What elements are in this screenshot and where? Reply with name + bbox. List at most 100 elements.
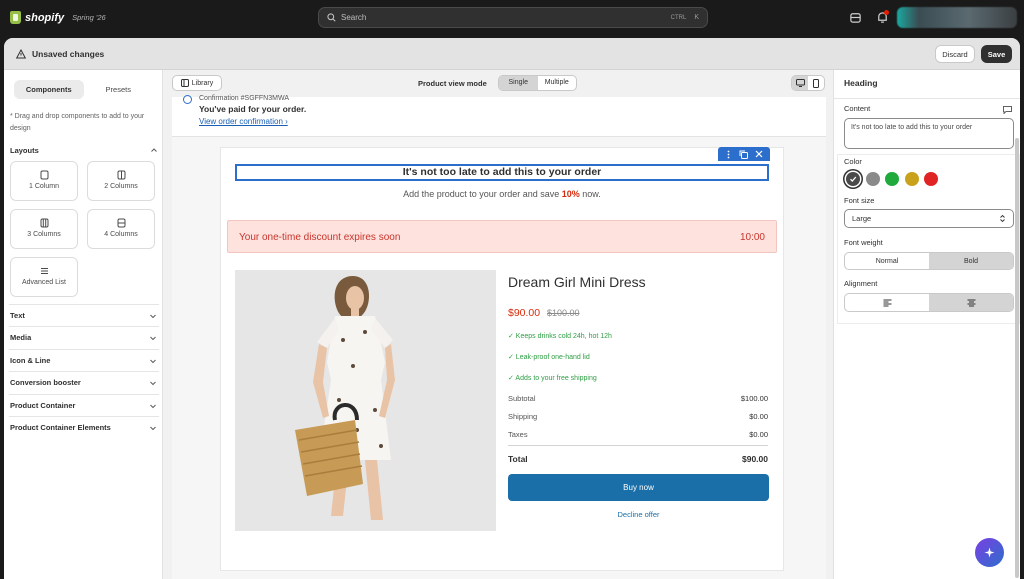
color-swatch-gray[interactable] (866, 172, 880, 186)
view-mode-multiple[interactable]: Multiple (538, 76, 577, 90)
total-row: Total $90.00 (508, 454, 768, 464)
section-conversion-booster[interactable]: Conversion booster (9, 371, 159, 393)
device-toggle (791, 75, 825, 91)
summary-label: Subtotal (508, 394, 536, 403)
decline-offer-link[interactable]: Decline offer (508, 510, 769, 519)
search-bar[interactable]: Search CTRL K (318, 7, 708, 28)
one-column-icon (40, 170, 48, 180)
mobile-view-button[interactable] (808, 76, 824, 90)
feature-item: ✓ Adds to your free shipping (508, 375, 597, 382)
view-confirmation-link[interactable]: View order confirmation › (199, 117, 288, 126)
mobile-icon (813, 78, 819, 88)
chevron-down-icon (150, 381, 156, 385)
product-view-mode-label: Product view mode (418, 79, 487, 88)
layouts-section-header[interactable]: Layouts (10, 144, 158, 156)
font-size-select[interactable]: Large (844, 209, 1014, 228)
product-name: Dream Girl Mini Dress (508, 274, 646, 290)
desktop-view-button[interactable] (792, 76, 808, 90)
divider (834, 98, 1020, 99)
save-button[interactable]: Save (981, 45, 1012, 63)
preview-canvas: Confirmation #SGFFN3MWA You've paid for … (172, 95, 826, 579)
two-columns-icon (117, 170, 125, 180)
align-center-icon (967, 299, 975, 306)
library-button[interactable]: Library (172, 75, 222, 91)
layout-label: 3 Columns (27, 231, 61, 238)
section-product-container-elements[interactable]: Product Container Elements (9, 416, 159, 438)
three-columns-icon (40, 218, 48, 228)
color-swatch-red[interactable] (924, 172, 938, 186)
tab-presets[interactable]: Presets (84, 80, 154, 99)
alignment-label: Alignment (844, 279, 878, 288)
close-icon[interactable] (755, 150, 763, 158)
font-weight-toggle: Normal Bold (844, 252, 1014, 270)
buy-now-button[interactable]: Buy now (508, 474, 769, 501)
summary-label: Taxes (508, 430, 528, 439)
unsaved-indicator: Unsaved changes (16, 49, 104, 59)
color-swatch-dark-gray[interactable] (846, 172, 860, 186)
shortcut-key: K (694, 14, 699, 21)
store-icon[interactable] (849, 11, 862, 24)
section-product-container[interactable]: Product Container (9, 394, 159, 416)
summary-value: $0.00 (749, 412, 768, 421)
comment-icon[interactable] (1003, 106, 1012, 114)
align-left-button[interactable] (845, 294, 929, 311)
font-weight-bold[interactable]: Bold (929, 253, 1013, 269)
library-label: Library (191, 79, 214, 87)
font-weight-normal[interactable]: Normal (845, 253, 929, 269)
section-label: Text (10, 311, 25, 320)
total-value: $90.00 (742, 454, 768, 464)
section-text[interactable]: Text (9, 304, 159, 326)
save-bar: Unsaved changes Discard Save (4, 38, 1020, 70)
discount-percent: 10% (561, 189, 580, 199)
product-compare-price: $100.00 (547, 308, 580, 318)
desktop-icon (795, 79, 805, 87)
subheading-text: Add the product to your order and save (403, 189, 562, 199)
sparkle-icon (984, 547, 995, 558)
section-icon-line[interactable]: Icon & Line (9, 349, 159, 371)
editor-window: Unsaved changes Discard Save Components … (4, 38, 1020, 579)
section-label: Media (10, 333, 32, 342)
list-icon (40, 268, 48, 274)
library-icon (180, 79, 189, 87)
layout-label: 2 Columns (104, 183, 138, 190)
layout-2-columns[interactable]: 2 Columns (87, 161, 155, 201)
summary-value: $100.00 (740, 394, 768, 403)
layout-label: 4 Columns (104, 231, 138, 238)
sidebar-tabs: Components Presets (14, 80, 153, 99)
layout-4-columns[interactable]: 4 Columns (87, 209, 155, 249)
tab-components[interactable]: Components (14, 80, 84, 99)
check-circle-icon (183, 95, 192, 104)
align-center-button[interactable] (929, 294, 1013, 311)
warning-icon (16, 49, 26, 59)
chevron-down-icon (150, 404, 156, 408)
more-vertical-icon[interactable] (725, 150, 732, 159)
chevron-down-icon (150, 336, 156, 340)
divider (508, 445, 768, 446)
shortcut-ctrl: CTRL (670, 14, 687, 21)
font-size-label: Font size (844, 196, 875, 205)
summary-row: Shipping $0.00 (508, 412, 768, 421)
panel-title: Heading (844, 78, 878, 88)
color-swatch-green[interactable] (885, 172, 899, 186)
summary-value: $0.00 (749, 430, 768, 439)
color-label: Color (844, 157, 862, 166)
color-swatch-gold[interactable] (905, 172, 919, 186)
discard-button[interactable]: Discard (935, 45, 975, 63)
offer-subheading: Add the product to your order and save 1… (221, 189, 783, 199)
settings-panel: Heading Content It's not too late to add… (833, 70, 1020, 579)
view-mode-single[interactable]: Single (499, 76, 538, 90)
account-menu[interactable] (897, 7, 1017, 28)
brand-name: shopify (25, 11, 65, 24)
selected-heading[interactable]: It's not too late to add this to your or… (235, 164, 769, 181)
edition-label: Spring '26 (72, 13, 106, 22)
layout-advanced-list[interactable]: Advanced List (10, 257, 78, 297)
content-textarea[interactable]: It's not too late to add this to your or… (844, 118, 1014, 149)
panel-scrollbar[interactable] (1015, 138, 1019, 578)
layout-1-column[interactable]: 1 Column (10, 161, 78, 201)
duplicate-icon[interactable] (739, 150, 748, 159)
section-media[interactable]: Media (9, 326, 159, 348)
chat-assistant-button[interactable] (975, 538, 1004, 567)
shopify-logo[interactable]: shopify Spring '26 (10, 11, 106, 24)
layout-3-columns[interactable]: 3 Columns (10, 209, 78, 249)
four-columns-icon (117, 218, 125, 228)
